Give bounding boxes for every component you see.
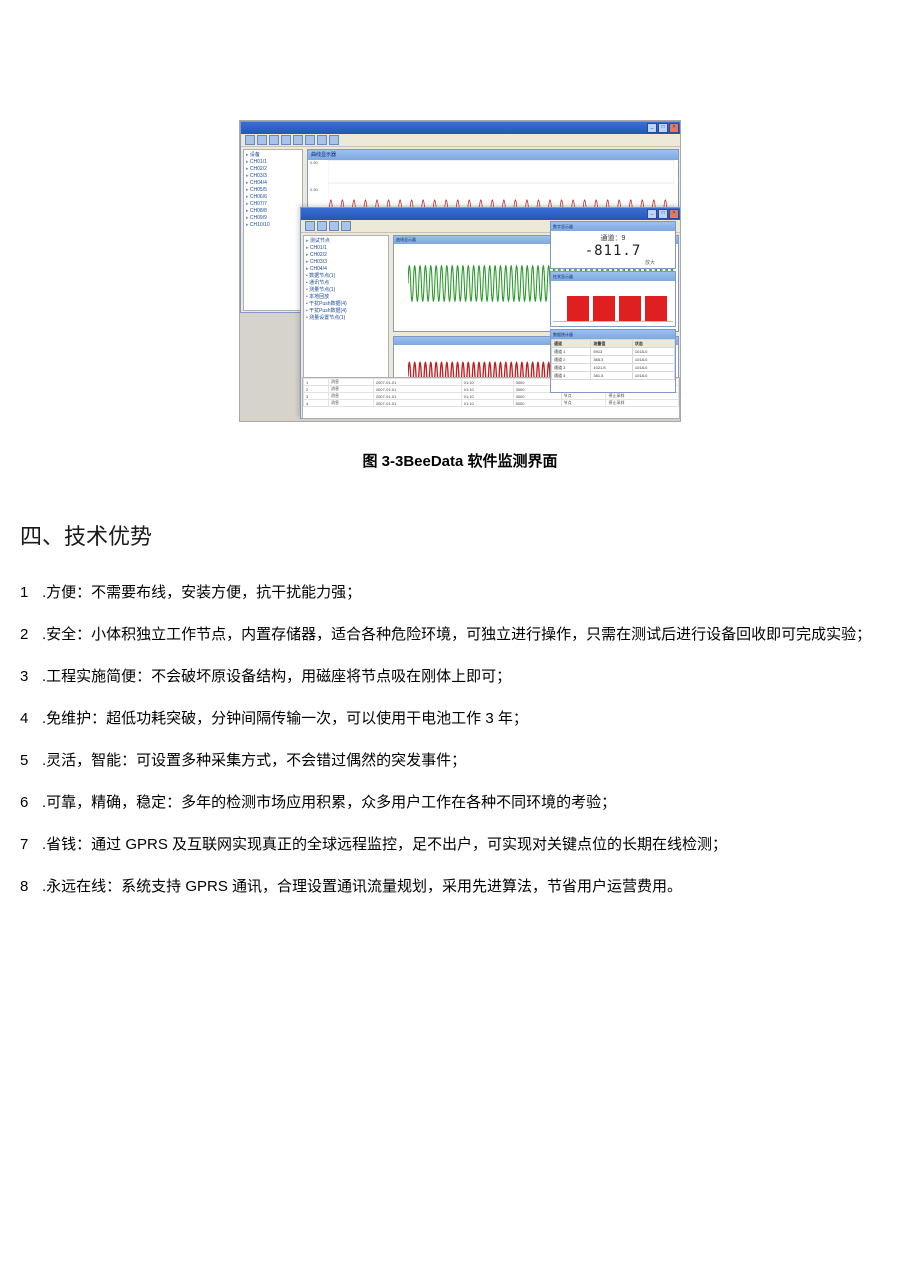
list-item: 2.安全：小体积独立工作节点，内置存储器，适合各种危险环境，可独立进行操作，只需…: [20, 623, 900, 647]
minimize-icon[interactable]: _: [647, 123, 657, 133]
maximize-icon[interactable]: □: [658, 209, 668, 219]
table-row: 3消息2007-01-0101:103000节点停止采样: [304, 393, 679, 400]
tree-node[interactable]: CH02/2: [306, 252, 386, 259]
tool-icon[interactable]: [317, 135, 327, 145]
tree-node[interactable]: CH03/3: [246, 173, 300, 180]
tree-node[interactable]: CH06/6: [246, 194, 300, 201]
list-item: 7.省钱：通过 GPRS 及互联网实现真正的全球远程监控，足不出户，可实现对关键…: [20, 833, 900, 857]
tool-icon[interactable]: [329, 221, 339, 231]
tool-icon[interactable]: [305, 135, 315, 145]
tool-icon[interactable]: [293, 135, 303, 145]
device-tree[interactable]: 设备 CH01/1 CH02/2 CH03/3 CH04/4 CH05/5 CH…: [243, 149, 303, 311]
tree-node[interactable]: CH10/10: [246, 222, 300, 229]
main-toolbar: [241, 134, 681, 147]
minimize-icon[interactable]: _: [647, 209, 657, 219]
tree-node[interactable]: CH05/5: [246, 187, 300, 194]
list-item: 5.灵活，智能：可设置多种采集方式，不会错过偶然的突发事件；: [20, 749, 900, 773]
bar: [593, 296, 615, 321]
section-heading: 四、技术优势: [20, 519, 900, 551]
tree-node[interactable]: CH08/8: [246, 208, 300, 215]
tool-icon[interactable]: [257, 135, 267, 145]
numeric-display-panel: 数字显示器 通道：9 -811.7 放大: [550, 221, 676, 269]
bar-display-panel: 柱状显示器: [550, 271, 676, 327]
sub-label: 放大: [551, 259, 675, 266]
tree-node[interactable]: 测试节点: [306, 238, 386, 245]
tree-leaf[interactable]: 测量设置节点(1): [306, 315, 386, 322]
tree-node[interactable]: 设备: [246, 152, 300, 159]
tool-icon[interactable]: [317, 221, 327, 231]
tool-icon[interactable]: [269, 135, 279, 145]
table-row: 通道 4381.51018-0: [552, 372, 675, 380]
channel-label: 通道：9: [551, 233, 675, 243]
tree-node[interactable]: CH03/3: [306, 259, 386, 266]
tool-icon[interactable]: [305, 221, 315, 231]
tree-node[interactable]: CH04/4: [246, 180, 300, 187]
tree-leaf[interactable]: 通讯节点: [306, 280, 386, 287]
tool-icon[interactable]: [341, 221, 351, 231]
table-row: 通道 2365.31018-0: [552, 356, 675, 364]
tree-leaf[interactable]: 数据节点(1): [306, 273, 386, 280]
tree-leaf[interactable]: 干扰Push数据(4): [306, 308, 386, 315]
tool-icon[interactable]: [245, 135, 255, 145]
list-item: 1.方便：不需要布线，安装方便，抗干扰能力强；: [20, 581, 900, 605]
figure-block: _ □ × 设备: [20, 120, 900, 471]
close-icon[interactable]: ×: [669, 209, 679, 219]
beedata-screenshot: _ □ × 设备: [239, 120, 681, 422]
tree-node[interactable]: CH01/1: [246, 159, 300, 166]
tool-icon[interactable]: [281, 135, 291, 145]
tree-leaf[interactable]: 测量节点(1): [306, 287, 386, 294]
main-titlebar: _ □ ×: [241, 122, 681, 134]
bar: [645, 296, 667, 321]
table-row: 4消息2007-01-0101:105000节点停止采样: [304, 400, 679, 407]
list-item: 8.永远在线：系统支持 GPRS 通讯，合理设置通讯流量规划，采用先进算法，节省…: [20, 875, 900, 899]
list-item: 4.免维护：超低功耗突破，分钟间隔传输一次，可以使用干电池工作 3 年；: [20, 707, 900, 731]
tree-node[interactable]: CH01/1: [306, 245, 386, 252]
wave-panel-title: 曲线显示器: [308, 150, 678, 160]
tool-icon[interactable]: [329, 135, 339, 145]
close-icon[interactable]: ×: [669, 123, 679, 133]
figure-caption: 图 3-3BeeData 软件监测界面: [362, 450, 557, 471]
numeric-value: -811.7: [551, 243, 675, 259]
panel-title: 柱状显示器: [551, 272, 675, 281]
stats-table-panel: 数据统计器 通道测量值状态 通道 159131018-0 通道 2365.310…: [550, 329, 676, 393]
bar: [619, 296, 641, 321]
tree-node[interactable]: CH09/9: [246, 215, 300, 222]
mid-titlebar: _ □ ×: [301, 208, 681, 220]
tree-node[interactable]: CH07/7: [246, 201, 300, 208]
bar-chart: [553, 283, 673, 322]
panel-title: 数据统计器: [551, 330, 675, 339]
bar: [567, 296, 589, 321]
tree-node[interactable]: CH04/4: [306, 266, 386, 273]
tree-leaf[interactable]: 干扰Push数据(4): [306, 301, 386, 308]
tree-node[interactable]: CH02/2: [246, 166, 300, 173]
list-item: 3.工程实施简便：不会破坏原设备结构，用磁座将节点吸在刚体上即可；: [20, 665, 900, 689]
table-row: 通道 31021.81018-0: [552, 364, 675, 372]
list-item: 6.可靠，精确，稳定：多年的检测市场应用积累，众多用户工作在各种不同环境的考验；: [20, 791, 900, 815]
panel-title: 数字显示器: [551, 222, 675, 231]
maximize-icon[interactable]: □: [658, 123, 668, 133]
tree-leaf[interactable]: 本地回放: [306, 294, 386, 301]
advantages-list: 1.方便：不需要布线，安装方便，抗干扰能力强； 2.安全：小体积独立工作节点，内…: [20, 581, 900, 899]
table-row: 通道 159131018-0: [552, 348, 675, 356]
